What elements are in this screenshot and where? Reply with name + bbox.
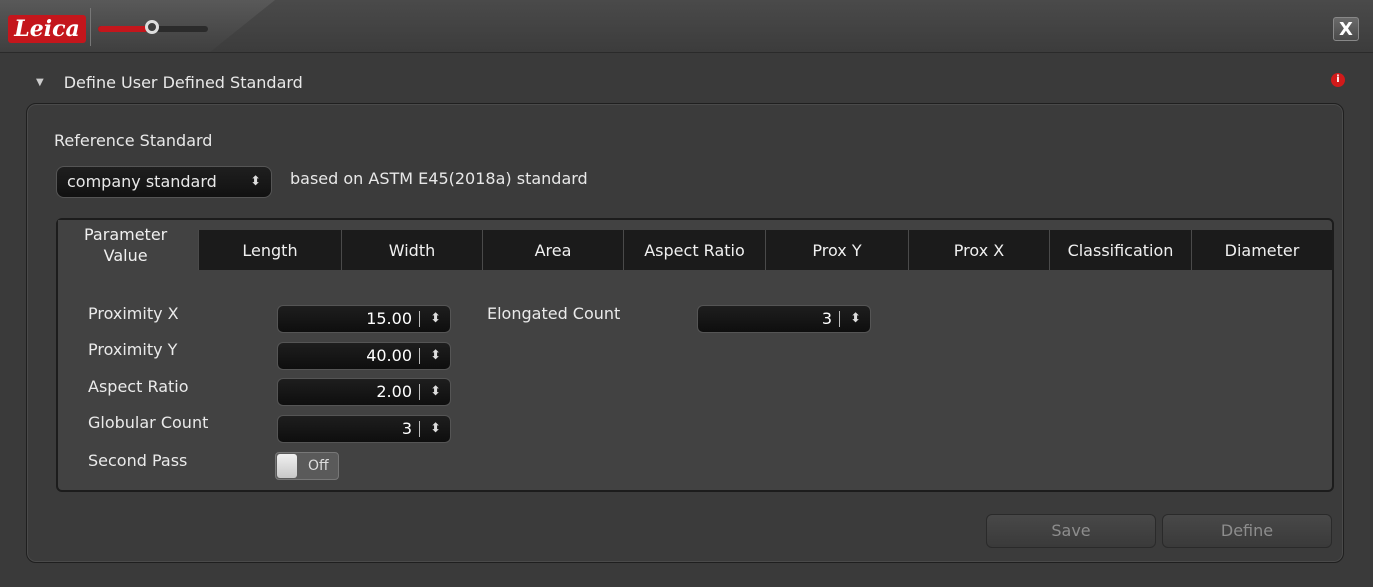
leica-logo: Leica xyxy=(8,15,86,43)
stepper-arrows-icon[interactable]: ⬍ xyxy=(850,306,861,332)
stepper-divider xyxy=(419,421,420,437)
select-arrows-icon: ⬍ xyxy=(250,174,261,189)
proximity-y-value: 40.00 xyxy=(366,346,412,365)
proximity-x-stepper[interactable]: 15.00 ⬍ xyxy=(277,305,451,333)
aspect-ratio-stepper[interactable]: 2.00 ⬍ xyxy=(277,378,451,406)
tab-parameter-value[interactable]: Parameter Value xyxy=(58,220,198,270)
tab-prox-y[interactable]: Prox Y xyxy=(765,230,908,270)
tab-classification[interactable]: Classification xyxy=(1049,230,1191,270)
globular-count-value: 3 xyxy=(401,419,412,438)
aspect-ratio-value: 2.00 xyxy=(376,382,412,401)
zoom-slider-handle[interactable] xyxy=(145,20,159,34)
close-button[interactable]: X xyxy=(1333,17,1359,41)
stepper-divider xyxy=(419,311,420,327)
globular-count-stepper[interactable]: 3 ⬍ xyxy=(277,415,451,443)
globular-count-label: Globular Count xyxy=(88,413,209,432)
second-pass-value: Off xyxy=(308,458,329,474)
based-on-text: based on ASTM E45(2018a) standard xyxy=(290,169,588,188)
stepper-arrows-icon[interactable]: ⬍ xyxy=(430,343,441,369)
toggle-knob xyxy=(277,454,297,478)
proximity-x-value: 15.00 xyxy=(366,309,412,328)
elongated-count-label: Elongated Count xyxy=(487,304,621,323)
proximity-x-label: Proximity X xyxy=(88,304,179,323)
reference-standard-value: company standard xyxy=(67,172,217,191)
elongated-count-stepper[interactable]: 3 ⬍ xyxy=(697,305,871,333)
stepper-divider xyxy=(419,348,420,364)
aspect-ratio-label: Aspect Ratio xyxy=(88,377,189,396)
elongated-count-value: 3 xyxy=(821,309,832,328)
tab-aspect-ratio[interactable]: Aspect Ratio xyxy=(623,230,765,270)
stepper-divider xyxy=(419,384,420,400)
second-pass-toggle[interactable]: Off xyxy=(275,452,339,480)
define-button[interactable]: Define xyxy=(1162,514,1332,548)
tab-diameter[interactable]: Diameter xyxy=(1191,230,1332,270)
zoom-slider-fill xyxy=(98,26,148,32)
collapse-caret-icon[interactable]: ▼ xyxy=(36,77,44,88)
proximity-y-stepper[interactable]: 40.00 ⬍ xyxy=(277,342,451,370)
proximity-y-label: Proximity Y xyxy=(88,340,178,359)
logo-divider xyxy=(90,8,91,46)
reference-standard-select[interactable]: company standard ⬍ xyxy=(56,166,272,198)
section-title: Define User Defined Standard xyxy=(63,72,303,92)
section-header[interactable]: ▼ Define User Defined Standard xyxy=(36,70,303,94)
stepper-arrows-icon[interactable]: ⬍ xyxy=(430,379,441,405)
info-icon[interactable]: i xyxy=(1331,73,1345,87)
tab-length[interactable]: Length xyxy=(198,230,341,270)
stepper-divider xyxy=(839,311,840,327)
tab-prox-x[interactable]: Prox X xyxy=(908,230,1049,270)
tab-width[interactable]: Width xyxy=(341,230,482,270)
reference-standard-label: Reference Standard xyxy=(54,131,213,150)
save-button[interactable]: Save xyxy=(986,514,1156,548)
second-pass-label: Second Pass xyxy=(88,451,188,470)
stepper-arrows-icon[interactable]: ⬍ xyxy=(430,416,441,442)
stepper-arrows-icon[interactable]: ⬍ xyxy=(430,306,441,332)
tab-area[interactable]: Area xyxy=(482,230,623,270)
parameter-tabs: Parameter Value Length Width Area Aspect… xyxy=(58,220,1332,270)
